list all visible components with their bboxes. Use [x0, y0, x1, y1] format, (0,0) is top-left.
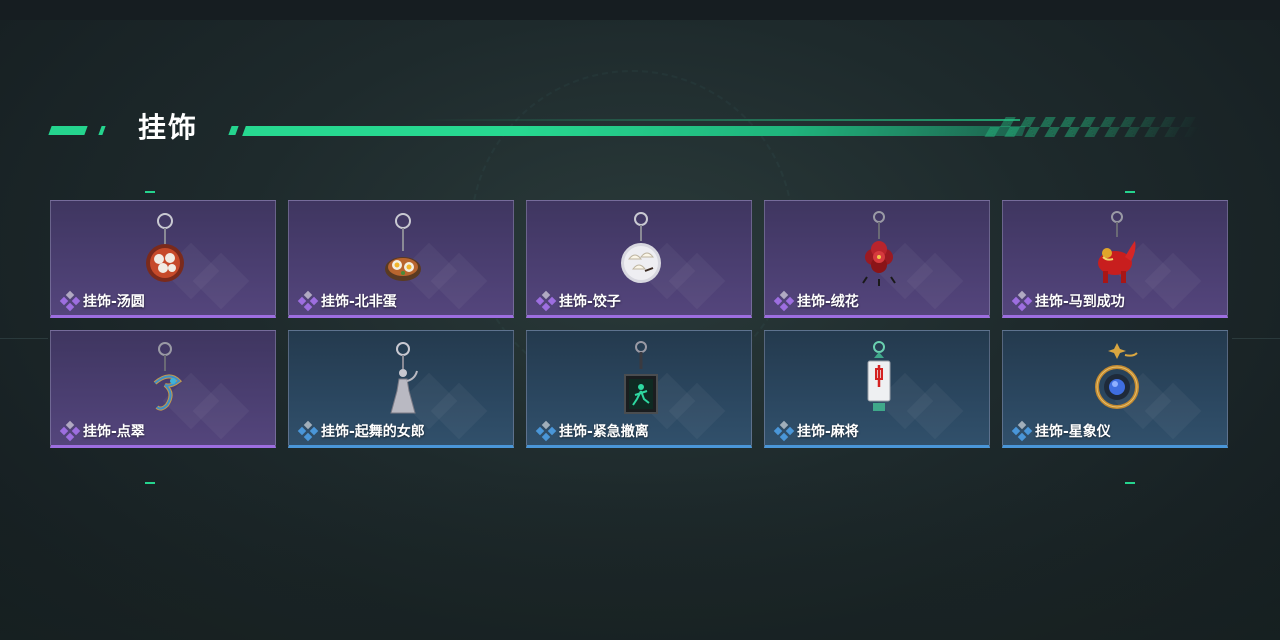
top-band: [0, 0, 1280, 20]
dancing-lady-icon: [390, 342, 418, 414]
rarity-icon: [535, 420, 557, 442]
header-checker-pattern: [984, 117, 1206, 137]
mahjong-tile-icon: [867, 341, 891, 411]
rarity-icon: [297, 290, 319, 312]
pendant-name: 挂饰-点翠: [83, 424, 145, 440]
pendant-card[interactable]: 挂饰-北非蛋: [288, 200, 514, 318]
rarity-icon: [535, 290, 557, 312]
rarity-icon: [773, 290, 795, 312]
pendant-name: 挂饰-紧急撤离: [559, 424, 649, 440]
pendant-name: 挂饰-麻将: [797, 424, 859, 440]
pendant-name: 挂饰-马到成功: [1035, 294, 1125, 310]
pendant-name: 挂饰-绒花: [797, 294, 859, 310]
header-divider-line: [242, 126, 1026, 136]
left-guide-line: [0, 338, 48, 339]
pendant-name: 挂饰-饺子: [559, 294, 621, 310]
pendant-card[interactable]: 挂饰-星象仪: [1002, 330, 1228, 448]
page-title: 挂饰: [138, 111, 199, 144]
pendant-name: 挂饰-星象仪: [1035, 424, 1111, 440]
tangyuan-bowl-icon: [146, 213, 184, 282]
shakshuka-pan-icon: [385, 213, 421, 281]
header-accent-bar: [228, 126, 239, 135]
frame-marker: [1125, 191, 1135, 193]
rarity-icon: [773, 420, 795, 442]
pendant-card[interactable]: 挂饰-麻将: [764, 330, 990, 448]
dumpling-plate-icon: [621, 212, 661, 283]
astrolabe-icon: [1095, 343, 1139, 409]
frame-marker: [145, 482, 155, 484]
header-accent-bar: [98, 126, 106, 135]
rarity-icon: [297, 420, 319, 442]
red-horse-icon: [1098, 211, 1136, 283]
pendant-grid: 挂饰-汤圆 挂饰-北非蛋 挂饰-饺子 挂饰-绒花 挂饰-马到成功 挂饰-点翠 挂…: [50, 200, 1230, 450]
velvet-flower-icon: [862, 211, 896, 286]
background-haze: [0, 470, 1280, 640]
pendant-name: 挂饰-汤圆: [83, 294, 145, 310]
emergency-exit-icon: [624, 341, 658, 414]
kingfisher-ornament-icon: [153, 342, 183, 411]
pendant-card[interactable]: 挂饰-马到成功: [1002, 200, 1228, 318]
pendant-card[interactable]: 挂饰-绒花: [764, 200, 990, 318]
pendant-card[interactable]: 挂饰-饺子: [526, 200, 752, 318]
rarity-icon: [1011, 420, 1033, 442]
header-thin-line: [420, 119, 1020, 121]
rarity-icon: [1011, 290, 1033, 312]
pendant-name: 挂饰-起舞的女郎: [321, 424, 425, 440]
pendant-card[interactable]: 挂饰-汤圆: [50, 200, 276, 318]
rarity-icon: [59, 290, 81, 312]
pendant-name: 挂饰-北非蛋: [321, 294, 397, 310]
header-accent-bar: [48, 126, 88, 135]
frame-marker: [1125, 482, 1135, 484]
frame-marker: [145, 191, 155, 193]
pendant-card[interactable]: 挂饰-起舞的女郎: [288, 330, 514, 448]
right-guide-line: [1232, 338, 1280, 339]
rarity-icon: [59, 420, 81, 442]
pendant-card[interactable]: 挂饰-紧急撤离: [526, 330, 752, 448]
pendant-card[interactable]: 挂饰-点翠: [50, 330, 276, 448]
